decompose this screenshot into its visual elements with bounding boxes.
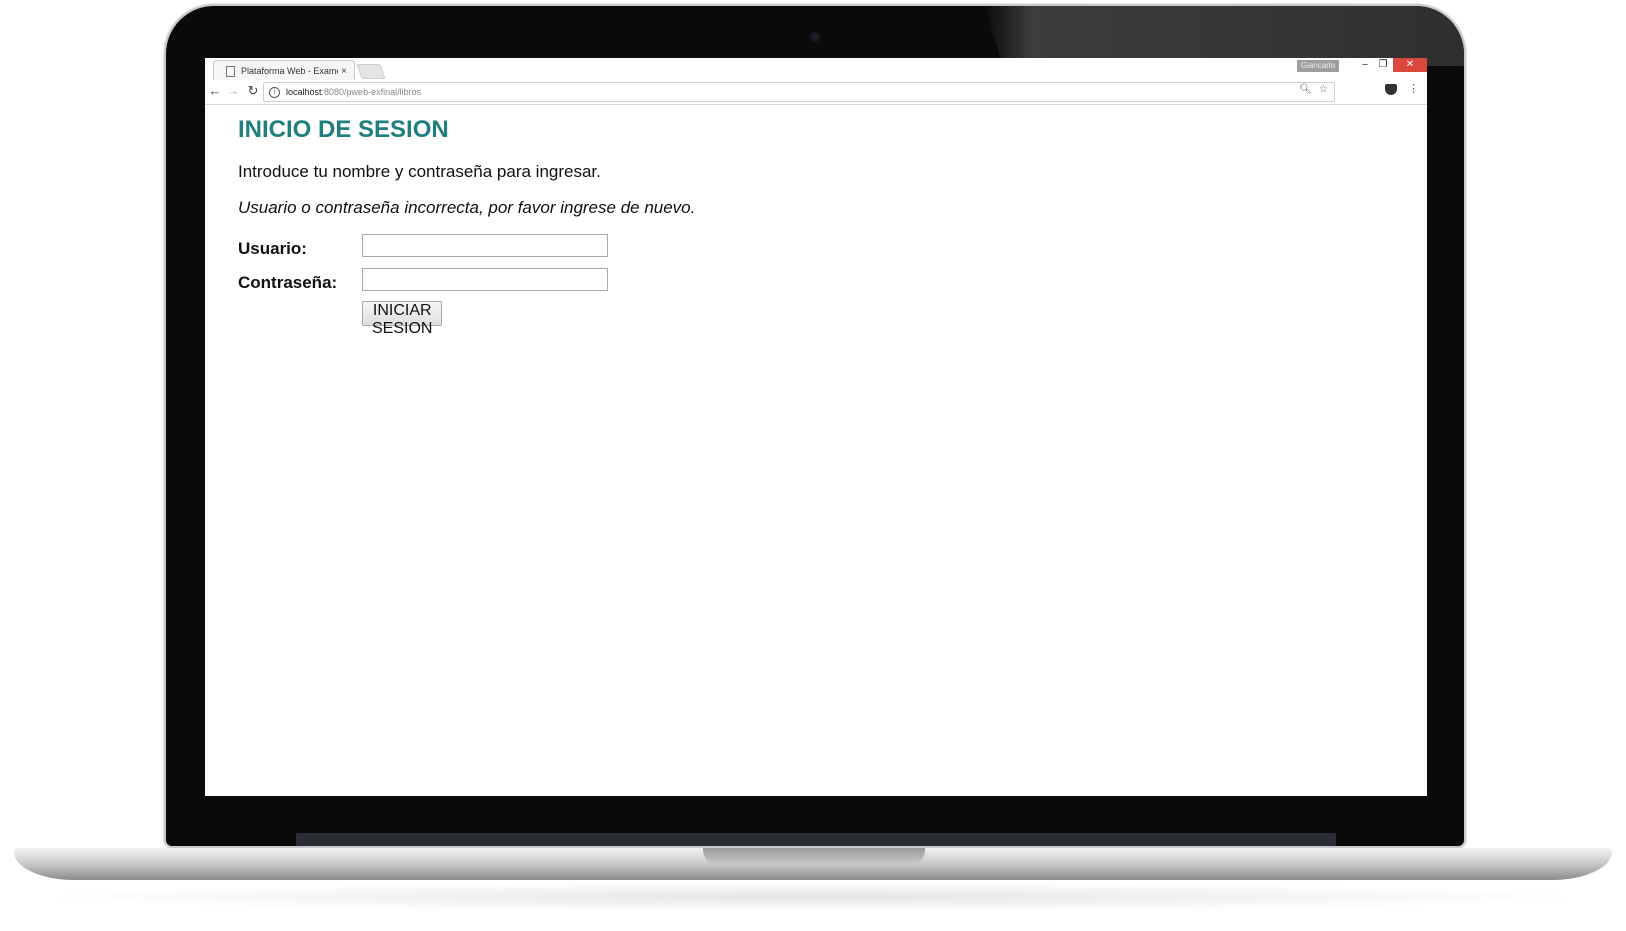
- laptop-notch: [703, 848, 925, 864]
- info-icon[interactable]: i: [269, 86, 280, 98]
- page-icon: [226, 65, 235, 77]
- url-path: :8080/pweb-exfinal/libros: [321, 87, 422, 97]
- webcam: [811, 33, 819, 41]
- pocket-icon[interactable]: [1385, 84, 1397, 95]
- reload-icon[interactable]: ↻: [245, 83, 261, 99]
- tab-strip: Plataforma Web - Examen × Giancarlo – ❐ …: [205, 58, 1427, 81]
- login-button[interactable]: INICIAR SESION: [362, 301, 443, 337]
- url-host: localhost: [286, 87, 322, 97]
- username-field[interactable]: [362, 234, 608, 257]
- new-tab-button[interactable]: [356, 64, 386, 79]
- lid-glare: [984, 6, 1464, 66]
- zoom-icon[interactable]: 🔍︎: [1299, 84, 1312, 95]
- password-field[interactable]: [362, 268, 608, 291]
- star-icon[interactable]: ☆: [1319, 84, 1328, 95]
- menu-icon[interactable]: ⋮: [1408, 84, 1419, 95]
- back-arrow-icon[interactable]: ←: [207, 83, 223, 99]
- bezel-strip: [296, 833, 1336, 846]
- laptop-shadow: [30, 882, 1596, 912]
- tab-title: Plataforma Web - Examen: [241, 66, 338, 76]
- intro-text: Introduce tu nombre y contraseña para in…: [238, 162, 601, 181]
- page-title: INICIO DE SESION: [238, 116, 449, 143]
- tab-active[interactable]: Plataforma Web - Examen ×: [213, 60, 355, 81]
- browser-toolbar: ← → ↻ i localhost:8080/pweb-exfinal/libr…: [205, 80, 1427, 105]
- error-message: Usuario o contraseña incorrecta, por fav…: [238, 198, 696, 217]
- tab-close-icon[interactable]: ×: [338, 66, 350, 77]
- maximize-button[interactable]: ❐: [1375, 58, 1391, 72]
- browser-window: Plataforma Web - Examen × Giancarlo – ❐ …: [205, 58, 1427, 796]
- minimize-button[interactable]: –: [1357, 58, 1373, 72]
- address-bar[interactable]: i localhost:8080/pweb-exfinal/libros 🔍︎ …: [263, 82, 1335, 102]
- username-label: Usuario:: [238, 239, 307, 258]
- profile-badge[interactable]: Giancarlo: [1297, 60, 1339, 72]
- close-window-button[interactable]: ✕: [1393, 58, 1427, 72]
- forward-arrow-icon[interactable]: →: [225, 83, 241, 99]
- password-label: Contraseña:: [238, 273, 338, 292]
